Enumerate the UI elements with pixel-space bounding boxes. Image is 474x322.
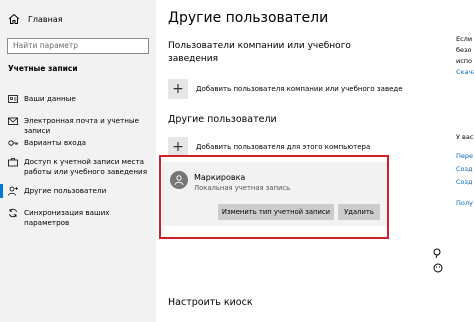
key-icon [8, 140, 18, 146]
sidebar-item-label: Ваши данные [24, 94, 76, 103]
right-panel: Если безо испо Скача У вас Пере Созд Соз… [430, 0, 474, 322]
sidebar-item-label: Доступ к учетной записи места работы или… [24, 157, 148, 176]
right-link[interactable]: Пере [456, 152, 473, 160]
person-icon [174, 175, 184, 186]
add-work-user-button[interactable]: + Добавить пользователя компании или уче… [168, 79, 403, 99]
sidebar-item-label: Варианты входа [24, 138, 87, 147]
home-icon [8, 13, 20, 24]
right-link[interactable]: Созд [456, 178, 472, 186]
right-text-line: испо [456, 57, 473, 65]
home-nav-item[interactable]: Главная [8, 11, 63, 27]
search-placeholder: Найти параметр [13, 41, 78, 50]
add-other-user-label: Добавить пользователя для этого компьюте… [196, 143, 371, 151]
plus-icon: + [168, 79, 188, 99]
person-add-icon [8, 186, 18, 196]
sidebar-item-label: Электронная почта и учетные записи [24, 116, 140, 135]
sidebar-item-label: Синхронизация ваших параметров [24, 208, 110, 227]
feedback-icon [433, 263, 443, 273]
mail-icon [8, 117, 18, 125]
plus-icon: + [168, 137, 188, 157]
home-label: Главная [28, 14, 63, 24]
add-work-user-label: Добавить пользователя компании или учебн… [196, 85, 403, 93]
delete-button[interactable]: Удалить [338, 204, 380, 220]
kiosk-section-title: Настроить киоск [168, 297, 253, 308]
main-content: Другие пользователи Пользователи компани… [156, 0, 430, 322]
right-link[interactable]: Созд [456, 165, 472, 173]
sidebar: Главная Найти параметр Учетные записи Ва… [0, 0, 156, 322]
help-icon [433, 248, 441, 259]
sidebar-item-label: Другие пользователи [24, 186, 107, 195]
right-section-title: У вас [456, 133, 474, 141]
change-account-type-button[interactable]: Изменить тип учетной записи [218, 204, 334, 220]
search-input[interactable]: Найти параметр [7, 38, 149, 54]
person-card-icon [8, 95, 18, 103]
user-account-type: Локальная учетная запись [194, 184, 291, 192]
avatar [170, 171, 188, 189]
work-users-section-title: Пользователи компании или учебного завед… [168, 41, 351, 64]
right-link[interactable]: Полу [456, 199, 473, 207]
active-indicator [0, 184, 3, 198]
section-title: Учетные записи [8, 64, 78, 73]
right-link[interactable]: Скача [456, 68, 474, 76]
user-name: Маркировка [194, 173, 246, 182]
briefcase-icon [8, 158, 18, 167]
user-card[interactable]: Маркировка Локальная учетная запись Изме… [162, 162, 388, 226]
add-other-user-button[interactable]: + Добавить пользователя для этого компью… [168, 137, 370, 157]
other-users-section-title: Другие пользователи [168, 114, 277, 125]
page-title: Другие пользователи [168, 10, 329, 26]
right-text-line: безо [456, 46, 472, 54]
right-text-line: Если [456, 35, 473, 43]
sync-icon [9, 208, 17, 218]
